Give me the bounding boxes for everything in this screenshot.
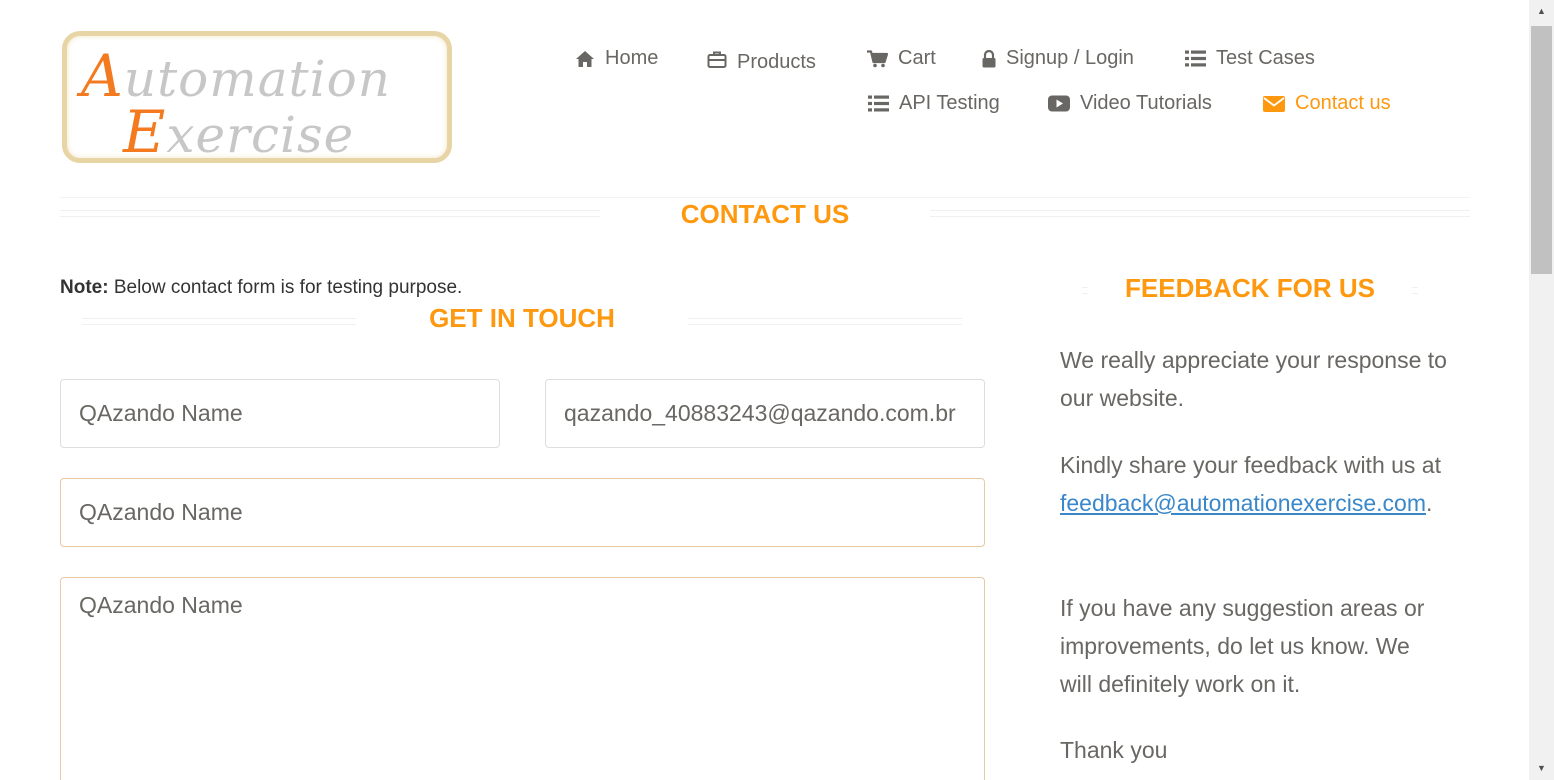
nav-products-label: Products [737,51,816,73]
nav-cart[interactable]: Cart [867,47,936,70]
get-in-touch-rule-right [688,318,962,325]
note-label: Note: [60,277,109,298]
contact-us-title: CONTACT US [680,199,850,229]
feedback-paragraph-2-text: Kindly share your feedback with us at [1060,452,1441,478]
nav-signup-login[interactable]: Signup / Login [982,47,1134,70]
title-rule-right [930,210,1470,217]
feedback-paragraph-1: We really appreciate your response to ou… [1060,347,1447,411]
nav-contact-us[interactable]: Contact us [1263,92,1391,115]
feedback-paragraph-3: If you have any suggestion areas or impr… [1060,595,1425,697]
feedback-paragraph-2-end: . [1425,490,1433,516]
nav-test-cases[interactable]: Test Cases [1185,47,1315,70]
nav-contact-us-label: Contact us [1295,92,1391,114]
briefcase-icon [707,51,727,68]
email-input[interactable] [545,379,985,448]
message-textarea[interactable]: QAzando Name [60,577,985,780]
nav-cart-label: Cart [898,47,936,69]
nav-video-tutorials-label: Video Tutorials [1080,92,1212,114]
home-icon [576,50,594,67]
note-text: Below contact form is for testing purpos… [108,277,463,298]
name-input[interactable] [60,379,500,448]
nav-signup-login-label: Signup / Login [1006,47,1134,69]
header-divider [60,197,1470,198]
logo-initial-a: A [81,42,124,110]
get-in-touch-rule-left [82,318,356,325]
list-icon [1185,50,1206,67]
nav-video-tutorials[interactable]: Video Tutorials [1048,92,1212,115]
nav-test-cases-label: Test Cases [1216,47,1315,69]
scroll-up-arrow-icon[interactable]: ▲ [1529,2,1554,20]
cart-icon [867,49,888,67]
nav-api-testing-label: API Testing [899,92,1000,114]
subject-input[interactable] [60,478,985,547]
nav-home[interactable]: Home [575,47,658,70]
feedback-title: FEEDBACK FOR US [1125,273,1375,303]
list-icon [868,95,889,112]
site-logo[interactable]: Automation Exercise [62,31,452,166]
scrollbar-thumb[interactable] [1531,26,1552,274]
envelope-icon [1263,95,1285,112]
logo-line-2: Exercise [123,98,354,166]
feedback-email-link[interactable]: feedback@automationexercise.com [1060,490,1426,516]
feedback-paragraph-4: Thank you [1060,737,1168,763]
vertical-scrollbar[interactable]: ▲ ▼ [1529,0,1554,780]
nav-products[interactable]: Products [707,46,816,74]
form-note: Note: Below contact form is for testing … [60,277,462,299]
youtube-play-icon [1048,95,1070,112]
get-in-touch-title: GET IN TOUCH [429,303,615,333]
feedback-paragraph-2: Kindly share your feedback with us at fee… [1060,446,1455,522]
nav-api-testing[interactable]: API Testing [868,92,1000,115]
page: Automation Exercise Home Products Cart S… [0,0,1529,780]
scroll-down-arrow-icon[interactable]: ▼ [1529,759,1554,777]
lock-icon [982,49,996,67]
feedback-rule-right [1412,287,1418,294]
nav-home-label: Home [605,47,659,69]
logo-word-2: xercise [166,106,355,164]
logo-initial-e: E [123,98,167,166]
title-rule-left [60,210,600,217]
